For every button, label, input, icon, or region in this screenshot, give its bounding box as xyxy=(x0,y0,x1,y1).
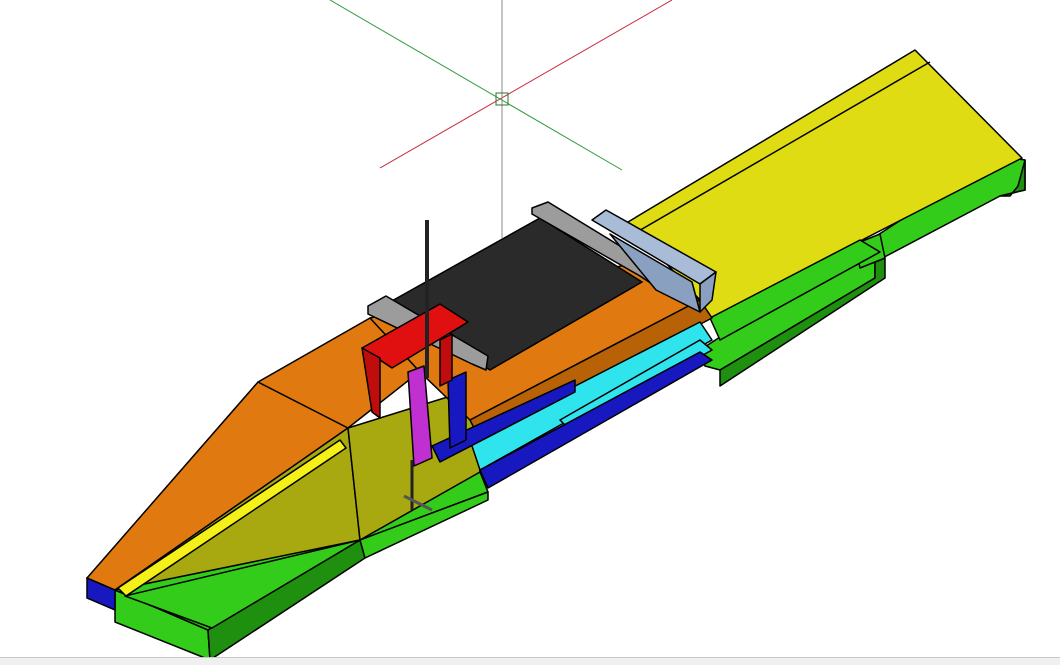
crosshair-y-axis xyxy=(329,0,623,171)
cad-viewport[interactable] xyxy=(0,0,1060,665)
crosshair-x-axis xyxy=(379,0,673,169)
channel-blue-post xyxy=(447,371,467,449)
model-canvas[interactable] xyxy=(0,0,1060,664)
clamp-leg-right xyxy=(439,333,453,387)
ucs-crosshair xyxy=(329,0,673,238)
